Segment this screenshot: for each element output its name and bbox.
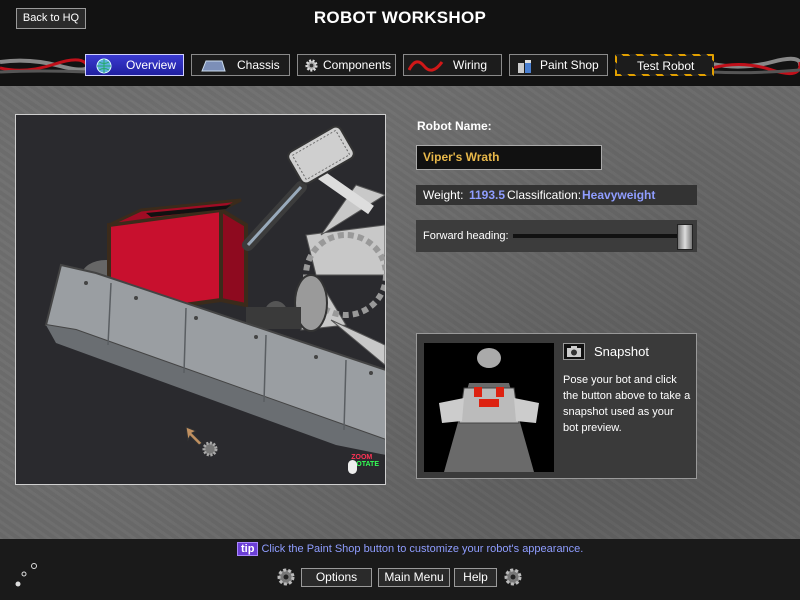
robot-info-bar: Weight: 1193.5 Classification: Heavyweig… — [416, 185, 697, 205]
tab-label: Overview — [126, 58, 177, 72]
gear-icon — [277, 568, 295, 586]
forward-heading-panel: Forward heading: — [416, 220, 697, 252]
tip-bar: tip Click the Paint Shop button to custom… — [237, 542, 583, 556]
gear-icon — [304, 58, 319, 79]
robot-3d-viewport[interactable]: ZOOM ROTATE — [15, 114, 386, 485]
chassis-icon — [200, 59, 226, 79]
main-menu-button[interactable]: Main Menu — [378, 568, 450, 587]
forward-heading-label: Forward heading: — [423, 230, 509, 242]
globe-icon — [96, 58, 112, 80]
mouse-icon — [348, 460, 357, 474]
robot-name-input[interactable]: Viper's Wrath — [416, 145, 602, 170]
tab-label: Test Robot — [637, 59, 695, 73]
cable-left-decoration — [0, 58, 88, 74]
help-button[interactable]: Help — [454, 568, 497, 587]
snapshot-description: Pose your bot and click the button above… — [563, 374, 691, 434]
loading-dots-icon — [15, 563, 37, 587]
tab-chassis[interactable]: Chassis — [191, 54, 290, 76]
tab-overview[interactable]: Overview — [85, 54, 184, 76]
heading-slider-track[interactable] — [513, 234, 685, 238]
tab-label: Paint Shop — [540, 58, 599, 72]
tab-wiring[interactable]: Wiring — [403, 54, 502, 76]
camera-snapshot-button[interactable] — [563, 343, 585, 360]
tab-label: Wiring — [453, 58, 488, 72]
tip-badge: tip — [237, 542, 259, 556]
heading-slider-thumb[interactable] — [677, 224, 693, 250]
gear-icon — [504, 568, 522, 586]
camera-icon — [567, 346, 581, 357]
tab-label: Components — [323, 58, 392, 72]
zoom-hint-label: ZOOM — [351, 454, 373, 461]
tab-paint-shop[interactable]: Paint Shop — [509, 54, 608, 76]
robot-name-label: Robot Name: — [417, 119, 492, 133]
tip-text: Click the Paint Shop button to customize… — [261, 543, 584, 555]
classification-value: Heavyweight — [582, 188, 656, 202]
classification-label: Classification: — [507, 188, 582, 202]
snapshot-preview — [424, 343, 554, 472]
wire-icon — [407, 58, 444, 80]
paint-cans-icon — [516, 57, 534, 81]
pointer-cursor-icon — [185, 426, 218, 457]
test-robot-button[interactable]: Test Robot — [615, 54, 714, 76]
options-button[interactable]: Options — [301, 568, 372, 587]
cable-right-decoration — [712, 56, 800, 76]
page-title: ROBOT WORKSHOP — [313, 8, 487, 27]
snapshot-panel: Snapshot Pose your bot and click the but… — [416, 333, 697, 479]
tab-label: Chassis — [237, 58, 280, 72]
weight-value: 1193.5 — [469, 188, 506, 202]
tab-components[interactable]: Components — [297, 54, 396, 76]
snapshot-title: Snapshot — [594, 344, 649, 359]
weight-label: Weight: — [423, 188, 464, 202]
